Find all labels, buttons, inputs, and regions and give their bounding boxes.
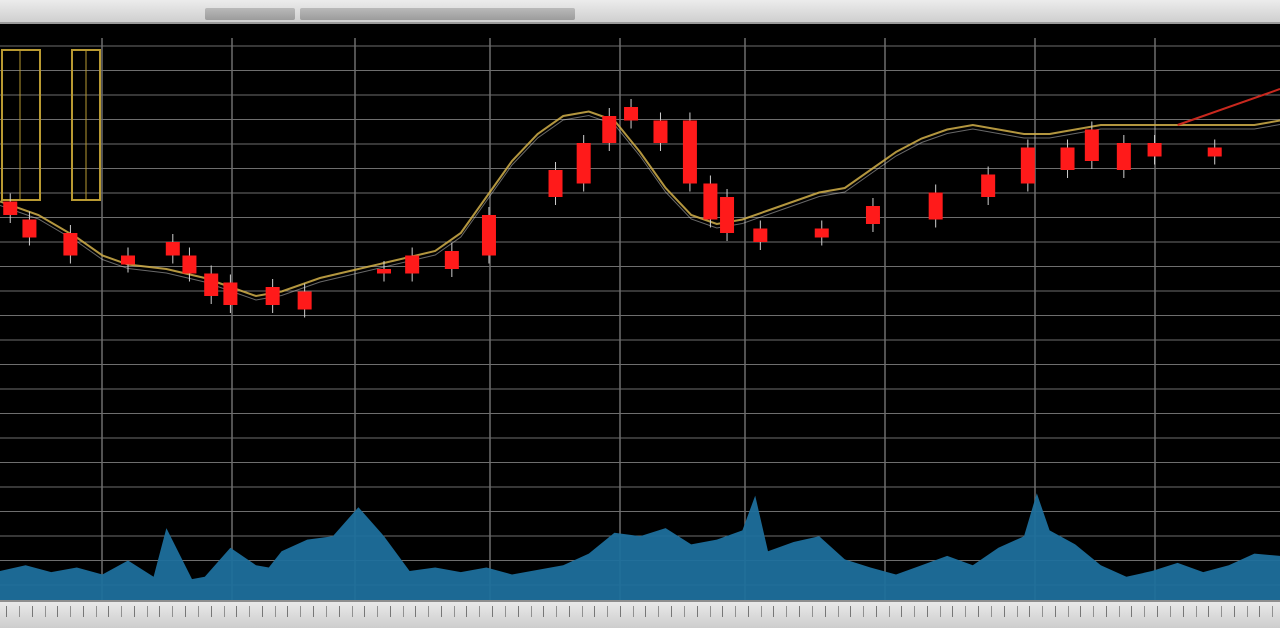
time-axis-tick [338, 605, 353, 617]
time-axis-tick [466, 605, 481, 617]
time-axis-tick [415, 605, 430, 617]
candle-body [444, 251, 459, 269]
candle-body [865, 206, 880, 224]
time-axis-tick [722, 605, 737, 617]
candle-body [602, 116, 617, 143]
candle-body [1060, 147, 1075, 170]
time-axis-tick [926, 605, 941, 617]
time-axis-tick [1182, 605, 1197, 617]
candle-body [1147, 143, 1162, 157]
candle-body [548, 170, 563, 197]
time-axis-tick [1259, 605, 1274, 617]
time-axis-tick [568, 605, 583, 617]
time-axis-tick [747, 605, 762, 617]
time-axis-tick-labels [0, 604, 1280, 618]
left-indicator-widget [1, 49, 101, 201]
candle-body [265, 287, 280, 305]
volume-area-fill [0, 493, 1280, 600]
candle-body [377, 269, 391, 274]
time-axis-tick [696, 605, 711, 617]
candle-body [165, 242, 180, 256]
time-axis-tick [824, 605, 839, 617]
time-axis-tick [133, 605, 148, 617]
time-axis-tick [185, 605, 200, 617]
grid-lines [0, 38, 1280, 600]
time-axis-tick [57, 605, 72, 617]
chart-area [0, 24, 1280, 600]
candle-body [682, 120, 697, 184]
time-axis-tick [261, 605, 276, 617]
time-axis-tick [1131, 605, 1146, 617]
candle-body [481, 215, 496, 256]
time-axis-tick [1105, 605, 1120, 617]
candle-body [1116, 143, 1131, 170]
time-axis-tick [210, 605, 225, 617]
time-axis-tick [1054, 605, 1069, 617]
candle-body [814, 228, 829, 238]
time-axis-tick [773, 605, 788, 617]
time-axis-tick [440, 605, 455, 617]
time-axis-tick [952, 605, 967, 617]
candle-body [405, 255, 420, 274]
candle-body [121, 255, 135, 265]
time-axis-tick [108, 605, 123, 617]
toolbar-tab[interactable] [205, 8, 295, 20]
candles-layer [3, 99, 1222, 318]
time-axis-tick [517, 605, 532, 617]
time-axis-tick [1029, 605, 1044, 617]
time-axis-tick [1208, 605, 1223, 617]
time-axis-tick [389, 605, 404, 617]
time-axis-tick [645, 605, 660, 617]
candle-body [720, 197, 735, 233]
time-axis-tick [6, 605, 20, 617]
time-axis-tick [619, 605, 634, 617]
time-axis-tick [236, 605, 251, 617]
candle-body [981, 174, 996, 197]
candle-body [1207, 147, 1222, 157]
time-axis-tick [901, 605, 916, 617]
candle-body [3, 201, 18, 215]
candle-body [576, 143, 591, 184]
toolbar-tab[interactable] [300, 8, 575, 20]
candle-body [223, 282, 238, 305]
time-axis-tick [543, 605, 558, 617]
time-axis-tick [1080, 605, 1095, 617]
candle-body [63, 233, 78, 256]
time-axis-tick [875, 605, 890, 617]
candle-body [928, 192, 943, 220]
candle-body [703, 183, 718, 220]
candle-body [22, 219, 37, 238]
time-axis-tick [1157, 605, 1172, 617]
candle-body [297, 291, 312, 310]
volume-area [0, 493, 1280, 600]
candle-body [624, 107, 639, 121]
time-axis-tick [364, 605, 379, 617]
time-axis-tick [1003, 605, 1018, 617]
candle-body [653, 120, 668, 143]
time-axis-tick [491, 605, 506, 617]
time-axis-tick [594, 605, 609, 617]
candlestick-chart [0, 38, 1280, 600]
candle-body [753, 228, 768, 242]
time-axis-tick [31, 605, 46, 617]
time-axis-tick [977, 605, 992, 617]
candle-body [182, 255, 197, 274]
time-axis-tick [1233, 605, 1248, 617]
time-axis-tick [82, 605, 97, 617]
time-axis-tick [312, 605, 327, 617]
time-axis-tick [798, 605, 813, 617]
time-axis-tick [159, 605, 174, 617]
time-axis-tick [287, 605, 302, 617]
candle-body [1084, 129, 1099, 161]
window-title-bar [0, 0, 1280, 24]
time-axis-tick [671, 605, 686, 617]
candle-body [204, 273, 219, 296]
candle-body [1020, 147, 1035, 184]
time-axis-bar [0, 600, 1280, 628]
time-axis-tick [850, 605, 865, 617]
